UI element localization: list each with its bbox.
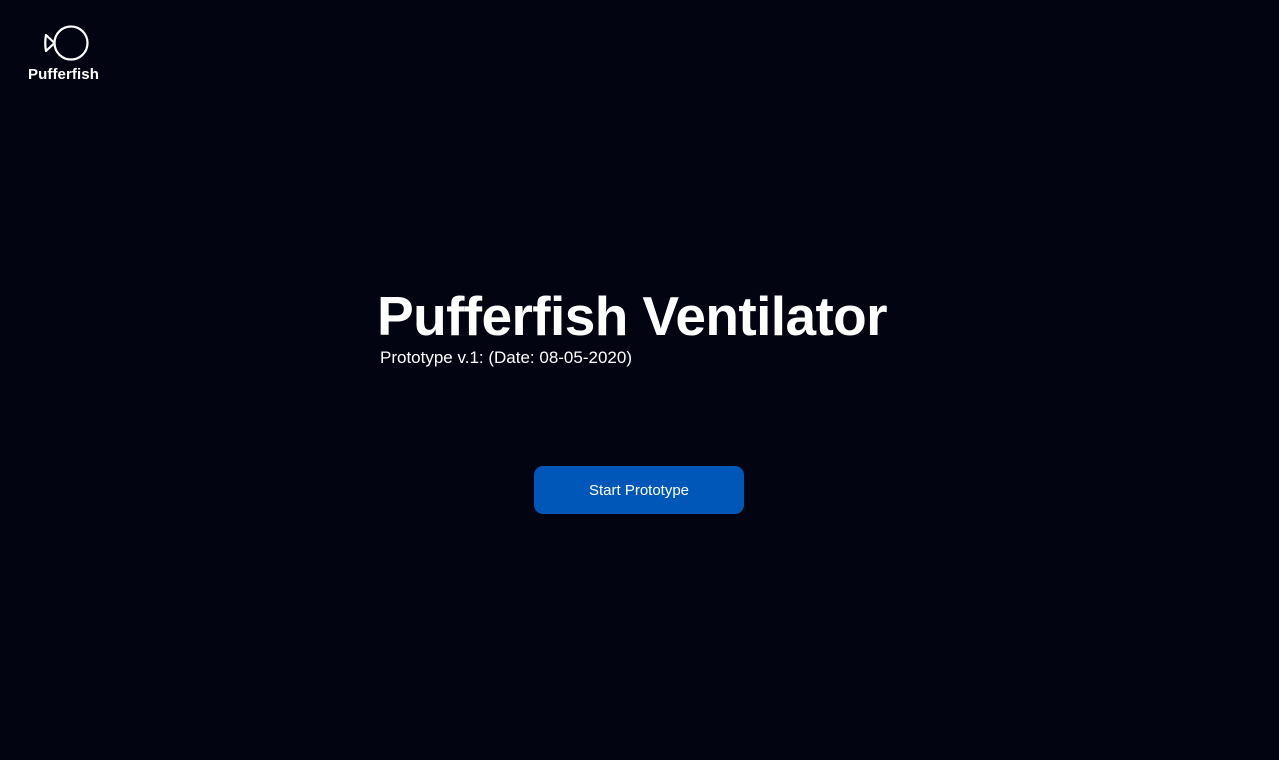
brand-logo: Pufferfish [28,24,112,86]
brand-name: Pufferfish [28,66,100,83]
splash-screen: Pufferfish Pufferfish Ventilator Prototy… [0,0,1279,760]
page-title: Pufferfish Ventilator [377,285,888,347]
start-prototype-button[interactable]: Start Prototype [534,466,744,514]
version-subtitle: Prototype v.1: (Date: 08-05-2020) [380,348,632,367]
hero-section: Pufferfish Ventilator Prototype v.1: (Da… [377,284,937,368]
pufferfish-icon [44,25,89,61]
